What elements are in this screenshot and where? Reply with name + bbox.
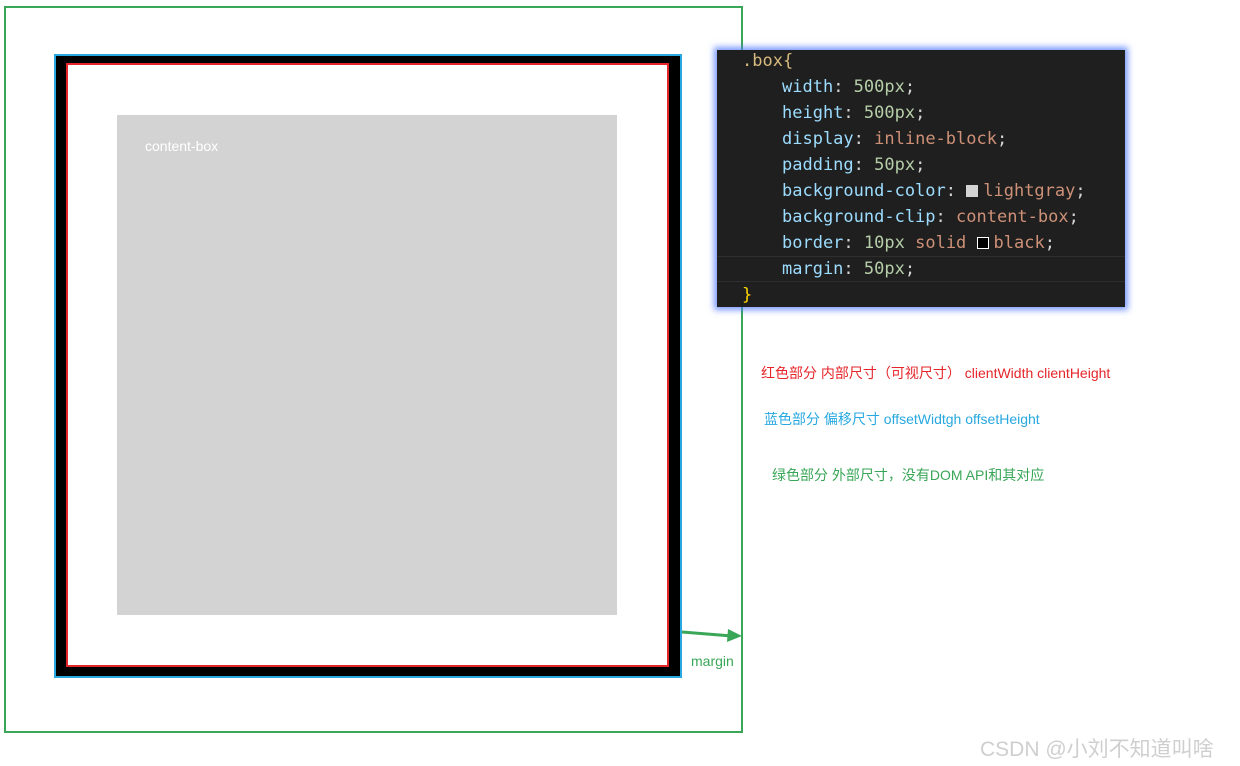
- csdn-watermark: CSDN @小刘不知道叫啥: [980, 738, 1214, 761]
- code-value: solid: [915, 233, 967, 253]
- code-selector: .box{: [742, 51, 794, 71]
- code-line-height: height: 500px;: [782, 103, 926, 123]
- code-value: 500px: [853, 77, 905, 97]
- code-line-background-clip: background-clip: content-box;: [782, 207, 1079, 227]
- content-box-label: content-box: [145, 138, 219, 154]
- code-line-border: border: 10px solid black;: [782, 233, 1055, 253]
- code-value: 500px: [863, 103, 916, 123]
- code-close-brace: }: [742, 285, 753, 305]
- code-prop: display: [782, 129, 854, 149]
- legend-outer-size: 绿色部分 外部尺寸，没有DOM API和其对应: [772, 467, 1045, 483]
- code-prop: height: [782, 103, 844, 123]
- code-line-padding: padding: 50px;: [782, 155, 926, 175]
- code-value: 50px: [874, 155, 916, 175]
- code-prop: border: [782, 233, 844, 253]
- code-value: 50px: [863, 259, 905, 279]
- code-line-display: display: inline-block;: [782, 129, 1008, 149]
- code-prop: margin: [782, 259, 844, 279]
- code-prop: padding: [782, 155, 854, 175]
- content-box-area: [117, 115, 617, 615]
- code-prop: background-color: [782, 181, 946, 201]
- css-code-panel: .box{ width: 500px; height: 500px; displ…: [717, 50, 1125, 307]
- current-line-highlight: [717, 256, 1125, 282]
- color-swatch-icon: [966, 185, 979, 197]
- margin-label: margin: [691, 653, 734, 669]
- code-value: lightgray: [983, 181, 1076, 201]
- margin-arrow-icon: [681, 629, 742, 642]
- code-prop: background-clip: [782, 207, 936, 227]
- legend-client-size: 红色部分 内部尺寸（可视尺寸） clientWidth clientHeight: [761, 365, 1111, 381]
- code-prop: width: [782, 77, 834, 97]
- code-line-margin: margin: 50px;: [782, 259, 916, 279]
- legend-offset-size: 蓝色部分 偏移尺寸 offsetWidtgh offsetHeight: [764, 411, 1040, 427]
- code-value: black: [993, 233, 1045, 253]
- color-swatch-icon: [976, 237, 989, 249]
- code-line-width: width: 500px;: [782, 77, 916, 97]
- code-value: 10px: [863, 233, 905, 253]
- code-value: inline-block: [874, 129, 997, 149]
- code-value: content-box: [956, 207, 1069, 227]
- code-selector-line: .box{: [742, 48, 793, 74]
- code-close-line: }: [742, 282, 752, 308]
- code-line-background-color: background-color: lightgray;: [782, 181, 1086, 201]
